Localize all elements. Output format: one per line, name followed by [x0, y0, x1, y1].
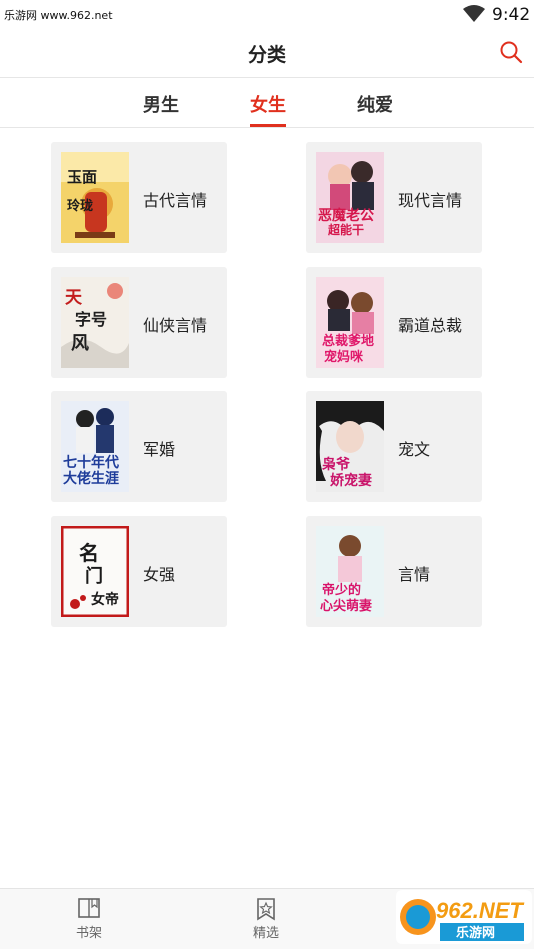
- svg-text:名: 名: [79, 541, 99, 565]
- book-cover-image: 帝少的 心尖萌妻: [316, 526, 384, 617]
- svg-text:乐游网: 乐游网: [456, 925, 495, 941]
- svg-text:心尖萌妻: 心尖萌妻: [320, 598, 372, 614]
- svg-text:总裁爹地: 总裁爹地: [322, 333, 374, 349]
- book-cover-image: 总裁爹地 宠妈咪: [316, 277, 384, 368]
- tab-female[interactable]: 女生: [250, 91, 286, 117]
- category-label: 军婚: [143, 440, 176, 459]
- book-cover-image: 枭爷 娇宠妻: [316, 401, 384, 492]
- bookmark-star-icon: [257, 898, 275, 921]
- book-cover-image: 恶魔老公 超能干: [316, 152, 384, 243]
- svg-text:门: 门: [85, 565, 103, 587]
- gender-tabs: 男生 女生 纯爱: [0, 78, 534, 128]
- site-badge-logo: 962.NET 乐游网: [396, 890, 532, 944]
- svg-text:超能干: 超能干: [327, 222, 364, 237]
- search-icon[interactable]: [499, 40, 523, 64]
- tab-male[interactable]: 男生: [143, 91, 179, 117]
- header: 分类: [0, 30, 534, 78]
- category-label: 古代言情: [143, 191, 208, 210]
- book-cover-image: 名 门 女帝: [61, 526, 129, 617]
- book-cover-image: 七十年代 大佬生涯: [61, 401, 129, 492]
- category-card-military-marriage[interactable]: 七十年代 大佬生涯 军婚: [51, 391, 227, 502]
- category-card-xianxia-romance[interactable]: 天 字号 风 仙侠言情: [51, 267, 227, 378]
- svg-text:女帝: 女帝: [91, 591, 119, 608]
- category-card-ancient-romance[interactable]: 玉面 玲珑 古代言情: [51, 142, 227, 253]
- category-label: 言情: [398, 565, 431, 584]
- active-tab-indicator: [250, 124, 286, 127]
- wifi-icon: [463, 5, 485, 22]
- book-cover-image: 天 字号 风: [61, 277, 129, 368]
- svg-text:天: 天: [65, 288, 83, 308]
- category-label: 宠文: [398, 440, 431, 459]
- svg-text:大佬生涯: 大佬生涯: [63, 470, 119, 487]
- tab-danmei[interactable]: 纯爱: [357, 91, 393, 117]
- category-card-modern-romance[interactable]: 恶魔老公 超能干 现代言情: [306, 142, 482, 253]
- watermark-text: 乐游网 www.962.net: [4, 9, 113, 22]
- svg-text:风: 风: [71, 333, 89, 354]
- svg-text:娇宠妻: 娇宠妻: [330, 472, 372, 489]
- book-cover-image: 玉面 玲珑: [61, 152, 129, 243]
- svg-text:恶魔老公: 恶魔老公: [318, 207, 374, 224]
- page-title: 分类: [247, 44, 286, 66]
- svg-text:字号: 字号: [75, 310, 107, 329]
- nav-bookshelf[interactable]: 书架: [59, 889, 119, 949]
- svg-text:玉面: 玉面: [67, 168, 97, 186]
- status-time: 9:42: [492, 5, 531, 25]
- category-label: 女强: [143, 565, 176, 584]
- nav-featured[interactable]: 精选: [236, 889, 296, 949]
- category-label: 现代言情: [398, 191, 463, 210]
- category-card-pampering[interactable]: 枭爷 娇宠妻 宠文: [306, 391, 482, 502]
- category-label: 霸道总裁: [398, 316, 463, 335]
- status-bar: 乐游网 www.962.net 9:42: [0, 0, 534, 30]
- nav-label: 精选: [252, 926, 279, 941]
- category-card-romance[interactable]: 帝少的 心尖萌妻 言情: [306, 516, 482, 627]
- svg-text:玲珑: 玲珑: [67, 198, 93, 214]
- svg-text:帝少的: 帝少的: [322, 582, 361, 598]
- book-icon: [78, 898, 100, 918]
- svg-text:962.NET: 962.NET: [436, 898, 524, 923]
- category-label: 仙侠言情: [143, 316, 208, 335]
- svg-text:七十年代: 七十年代: [63, 454, 119, 471]
- category-card-ceo-romance[interactable]: 总裁爹地 宠妈咪 霸道总裁: [306, 267, 482, 378]
- nav-label: 书架: [75, 926, 102, 941]
- svg-text:枭爷: 枭爷: [321, 456, 351, 473]
- category-card-strong-heroine[interactable]: 名 门 女帝 女强: [51, 516, 227, 627]
- svg-text:宠妈咪: 宠妈咪: [324, 349, 364, 365]
